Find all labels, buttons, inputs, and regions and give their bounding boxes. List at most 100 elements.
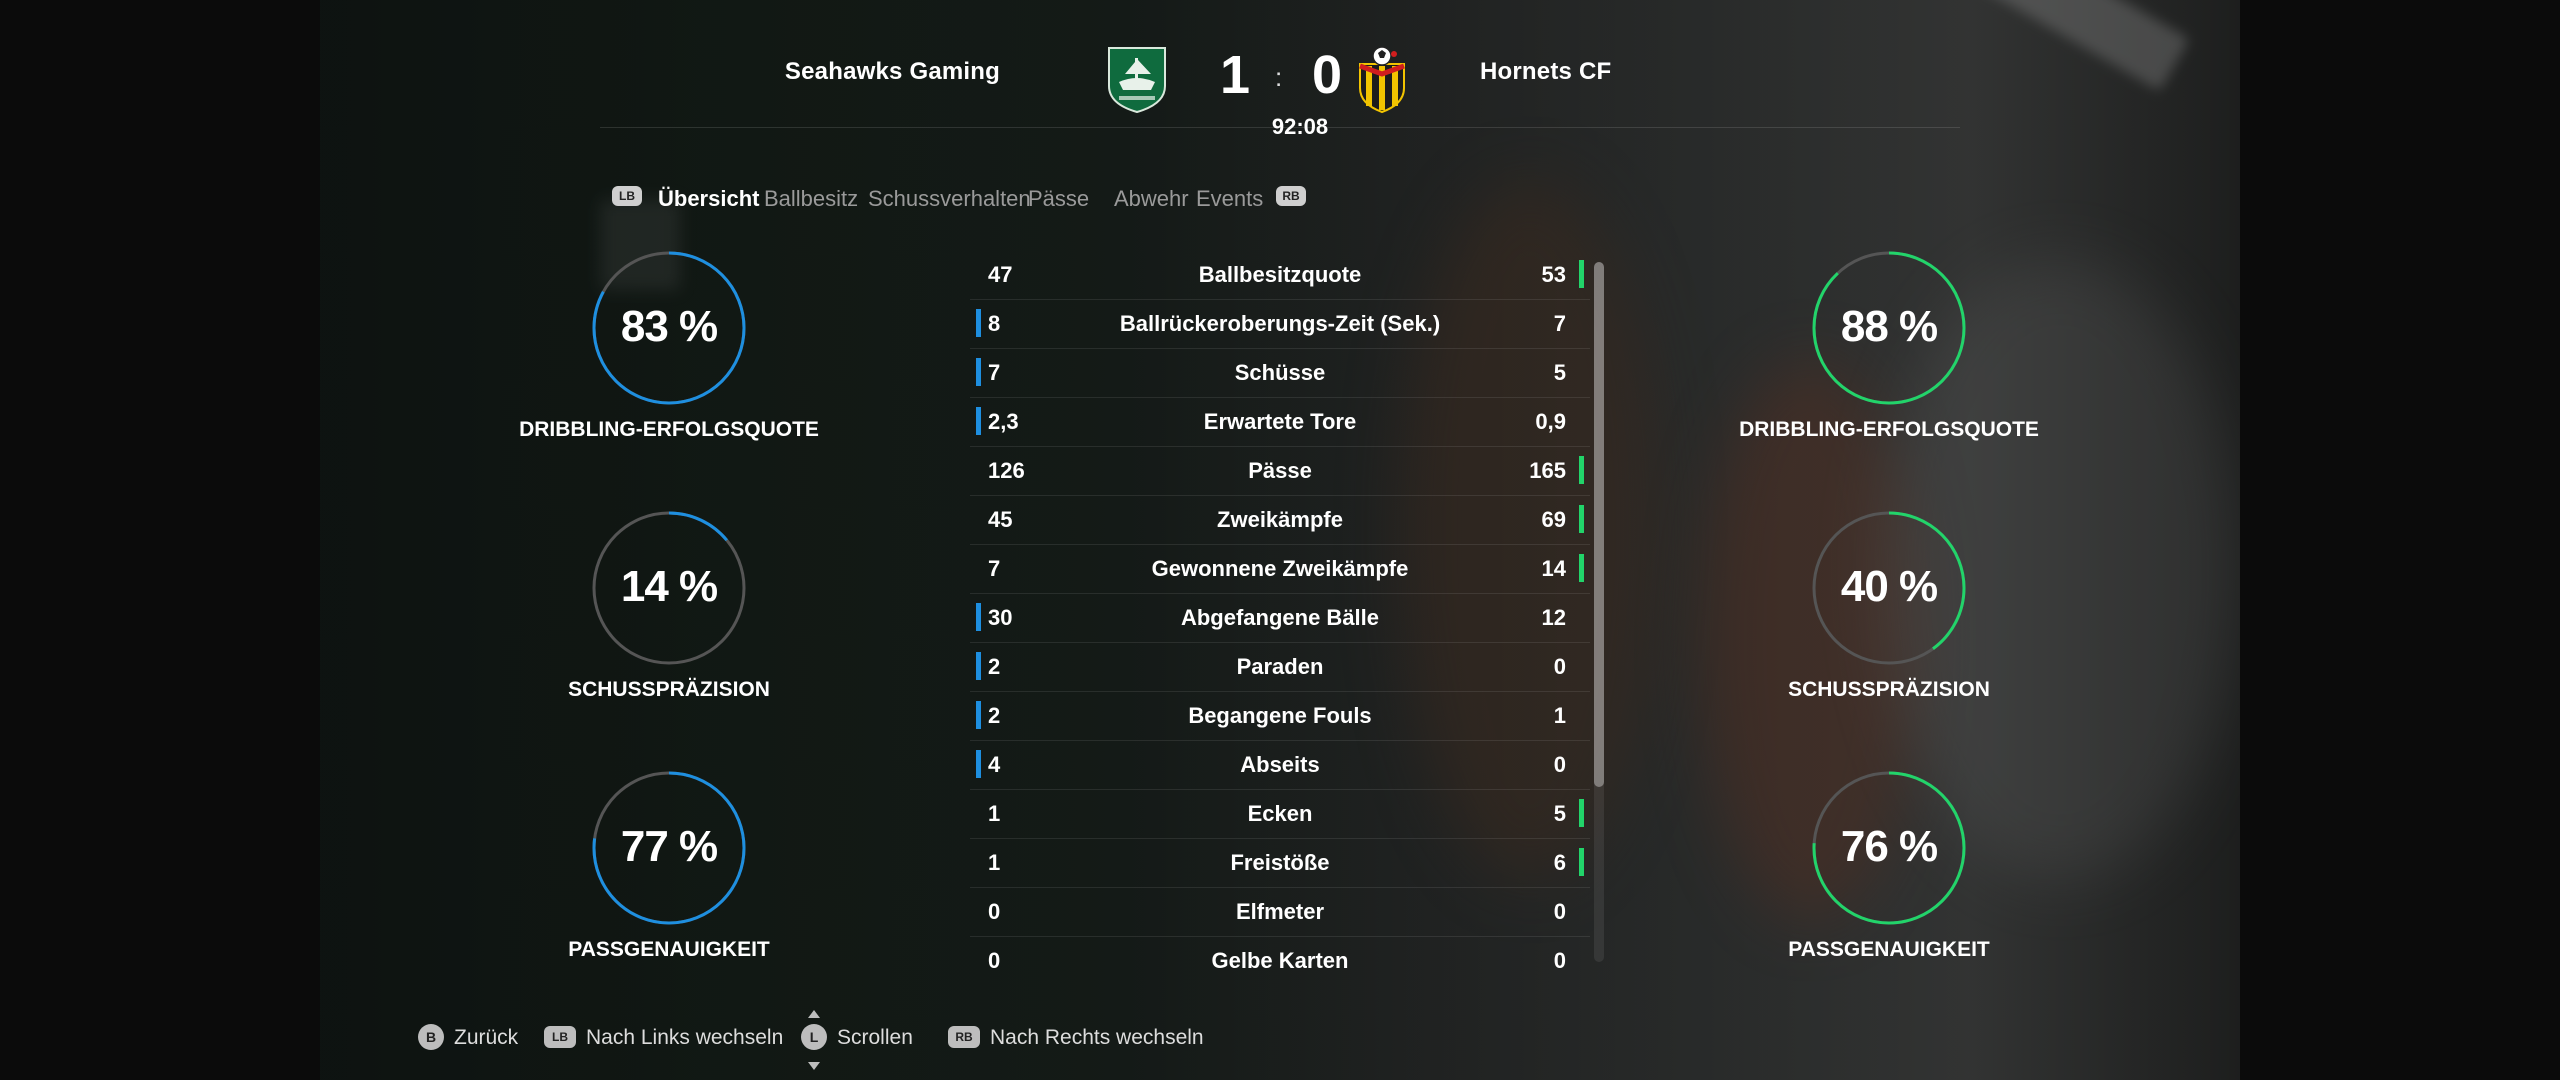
rb-hint-icon[interactable]: RB	[948, 1026, 980, 1048]
home-leader-bar	[976, 407, 981, 435]
home-stat-value: 45	[988, 507, 1013, 532]
away-pass-accuracy-value: 76 %	[1840, 822, 1938, 871]
tab-ballbesitz[interactable]: Ballbesitz	[764, 186, 858, 212]
stat-name: Zweikämpfe	[1217, 507, 1343, 532]
away-leader-bar	[1579, 848, 1584, 876]
away-stat-value: 0	[1553, 899, 1566, 924]
stat-name: Begangene Fouls	[1188, 703, 1372, 728]
home-team-crest-icon	[1108, 47, 1166, 114]
away-leader-bar	[1579, 799, 1584, 827]
away-stat-value: 6	[1553, 850, 1566, 875]
away-stat-value: 0,9	[1535, 409, 1566, 434]
home-stat-value: 1	[988, 850, 1001, 875]
home-stat-value: 1	[988, 801, 1001, 826]
away-dribbling-value: 88 %	[1840, 302, 1938, 351]
stat-row-ballrueckeroberung: 8 Ballrückeroberungs-Zeit (Sek.) 7	[970, 299, 1590, 349]
home-dribbling-value: 83 %	[620, 302, 718, 351]
stat-name: Pässe	[1248, 458, 1312, 483]
stat-name: Gewonnene Zweikämpfe	[1151, 556, 1409, 581]
home-pass-accuracy-value: 77 %	[620, 822, 718, 871]
away-stat-value: 14	[1541, 556, 1566, 581]
away-pass-accuracy-label: PASSGENAUIGKEIT	[1788, 938, 1990, 961]
stat-name: Schüsse	[1234, 360, 1326, 385]
hint-switch-left-label[interactable]: Nach Links wechseln	[586, 1026, 783, 1050]
tab-paesse[interactable]: Pässe	[1028, 186, 1089, 212]
home-stat-value: 30	[988, 605, 1013, 630]
score-separator: :	[1275, 62, 1283, 92]
away-leader-bar	[1579, 505, 1584, 533]
away-stat-value: 0	[1553, 654, 1566, 679]
away-shot-accuracy-value: 40 %	[1840, 562, 1938, 611]
home-pass-accuracy-label: PASSGENAUIGKEIT	[568, 938, 770, 961]
home-leader-bar	[976, 652, 981, 680]
lb-hint-icon[interactable]: LB	[544, 1026, 576, 1048]
home-dribbling-label: DRIBBLING-ERFOLGSQUOTE	[519, 418, 819, 441]
stat-row-erwartete-tore: 2,3 Erwartete Tore 0,9	[970, 397, 1590, 447]
away-shot-accuracy-label: SCHUSSPRÄZISION	[1788, 678, 1990, 701]
stat-name: Ballbesitzquote	[1198, 262, 1362, 287]
stat-row-abgefangene-baelle: 30 Abgefangene Bälle 12	[970, 593, 1590, 643]
stat-name: Erwartete Tore	[1203, 409, 1357, 434]
away-stat-value: 0	[1553, 752, 1566, 777]
tab-schussverhalten[interactable]: Schussverhalten	[868, 186, 1031, 212]
stats-scrollbar-thumb[interactable]	[1594, 262, 1604, 787]
tab-events[interactable]: Events	[1196, 186, 1263, 212]
stat-row-ecken: 1 Ecken 5	[970, 789, 1590, 839]
away-stat-value: 165	[1529, 458, 1566, 483]
away-team-name: Hornets CF	[1480, 58, 1612, 85]
stat-name: Ballrückeroberungs-Zeit (Sek.)	[1119, 311, 1441, 336]
stat-name: Paraden	[1236, 654, 1324, 679]
stat-row-paraden: 2 Paraden 0	[970, 642, 1590, 692]
home-leader-bar	[976, 358, 981, 386]
tab-abwehr[interactable]: Abwehr	[1114, 186, 1189, 212]
hint-switch-right-label[interactable]: Nach Rechts wechseln	[990, 1026, 1204, 1050]
tab-uebersicht[interactable]: Übersicht	[658, 186, 759, 212]
home-team-name: Seahawks Gaming	[784, 58, 1000, 85]
away-stat-value: 0	[1553, 948, 1566, 973]
away-score: 0	[1312, 45, 1343, 105]
away-leader-bar	[1579, 260, 1584, 288]
match-stats-screen: Seahawks Gaming 1 : 0 Hornets CF 92:08 L…	[320, 0, 2240, 1080]
stat-row-gewonnene-zweikaempfe: 7 Gewonnene Zweikämpfe 14	[970, 544, 1590, 594]
home-shot-accuracy-value: 14 %	[620, 562, 718, 611]
home-stat-value: 2	[988, 654, 1001, 679]
home-stat-value: 126	[988, 458, 1025, 483]
away-leader-bar	[1579, 456, 1584, 484]
b-button-icon[interactable]: B	[418, 1024, 444, 1050]
home-leader-bar	[976, 309, 981, 337]
stat-row-zweikaempfe: 45 Zweikämpfe 69	[970, 495, 1590, 545]
home-score: 1	[1220, 45, 1251, 105]
stat-name: Ecken	[1247, 801, 1313, 826]
l-stick-button-icon[interactable]: L	[801, 1024, 827, 1050]
match-clock: 92:08	[1271, 114, 1329, 139]
home-leader-bar	[976, 603, 981, 631]
away-stat-value: 5	[1553, 360, 1566, 385]
home-stat-value: 7	[988, 360, 1001, 385]
away-stat-value: 7	[1553, 311, 1566, 336]
away-stat-value: 5	[1553, 801, 1566, 826]
hint-back-label[interactable]: Zurück	[454, 1026, 518, 1050]
away-dribbling-label: DRIBBLING-ERFOLGSQUOTE	[1739, 418, 2039, 441]
stat-row-abseits: 4 Abseits 0	[970, 740, 1590, 790]
away-leader-bar	[1579, 554, 1584, 582]
stat-name: Abgefangene Bälle	[1180, 605, 1380, 630]
home-stat-value: 47	[988, 262, 1013, 287]
home-shot-accuracy-label: SCHUSSPRÄZISION	[568, 678, 770, 701]
home-stat-value: 8	[988, 311, 1001, 336]
rb-button-icon[interactable]: RB	[1276, 186, 1306, 206]
home-stat-value: 4	[988, 752, 1001, 777]
stat-row-begangene-fouls: 2 Begangene Fouls 1	[970, 691, 1590, 741]
away-stat-value: 12	[1541, 605, 1566, 630]
lb-button-icon[interactable]: LB	[612, 186, 642, 206]
home-stat-value: 0	[988, 899, 1001, 924]
home-stat-value: 2	[988, 703, 1001, 728]
home-stat-value: 0	[988, 948, 1001, 973]
stat-name: Abseits	[1240, 752, 1320, 777]
home-stat-value: 2,3	[988, 409, 1019, 434]
stat-row-schuesse: 7 Schüsse 5	[970, 348, 1590, 398]
stat-row-elfmeter: 0 Elfmeter 0	[970, 887, 1590, 937]
hint-scroll-label[interactable]: Scrollen	[837, 1026, 913, 1050]
away-stat-value: 53	[1541, 262, 1566, 287]
stat-row-gelbe-karten: 0 Gelbe Karten 0	[970, 936, 1590, 985]
home-leader-bar	[976, 750, 981, 778]
